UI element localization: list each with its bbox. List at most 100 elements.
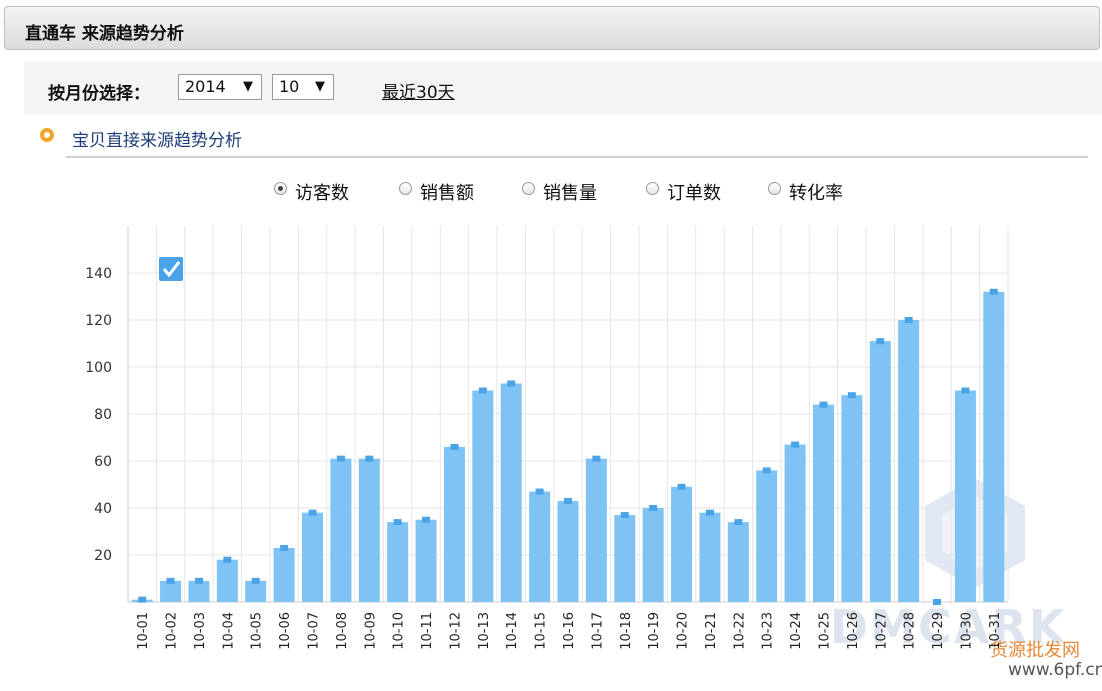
bar-marker — [734, 519, 743, 526]
x-tick-label: 10-10 — [392, 612, 407, 650]
bar — [529, 491, 551, 602]
x-tick-label: 10-07 — [307, 612, 322, 650]
bar-marker — [393, 519, 402, 526]
x-tick-label: 10-25 — [817, 612, 832, 650]
y-tick-label: 100 — [85, 360, 112, 376]
bar-marker — [194, 577, 203, 584]
bar-marker — [620, 512, 629, 519]
bar — [330, 458, 352, 602]
bar-marker — [280, 544, 289, 551]
bar — [443, 446, 465, 602]
y-tick-label: 20 — [94, 548, 112, 564]
bar-marker — [961, 387, 970, 394]
bar — [245, 580, 267, 602]
x-tick-label: 10-02 — [165, 612, 180, 650]
bar-marker — [478, 387, 487, 394]
x-tick-label: 10-29 — [931, 612, 946, 650]
bar-marker — [705, 509, 714, 516]
bar — [898, 320, 920, 602]
x-tick-label: 10-23 — [761, 612, 776, 650]
bar — [756, 470, 778, 602]
y-tick-label: 120 — [85, 313, 112, 329]
bar — [983, 291, 1005, 602]
visitor-bar-chart: 20 40 60 80 100 120 140 10-01 10-02 10-03 10-04 10-… — [85, 226, 1009, 650]
bar-marker — [649, 505, 658, 511]
x-tick-label: 10-17 — [590, 612, 605, 650]
bar — [727, 522, 749, 602]
bar-marker — [223, 556, 232, 563]
x-tick-label: 10-16 — [562, 612, 577, 650]
x-tick-label: 10-13 — [477, 612, 492, 650]
bar — [273, 547, 295, 602]
x-tick-label: 10-14 — [505, 612, 520, 650]
bar-marker — [336, 455, 345, 462]
bar — [671, 486, 693, 602]
x-tick-label: 10-26 — [846, 612, 861, 650]
x-tick-label: 10-21 — [704, 612, 719, 650]
bar — [415, 519, 437, 602]
x-tick-label: 10-28 — [903, 612, 918, 650]
x-tick-label: 10-15 — [534, 612, 549, 650]
bar — [784, 444, 806, 602]
bar — [472, 390, 494, 602]
x-tick-label: 10-05 — [250, 612, 265, 650]
bar — [869, 341, 891, 602]
bar — [387, 522, 409, 602]
x-tick-label: 10-20 — [676, 612, 691, 650]
x-tick-label: 10-30 — [959, 612, 974, 650]
x-tick-label: 10-03 — [193, 612, 208, 650]
bar-marker — [819, 401, 828, 408]
x-tick-label: 10-18 — [619, 612, 634, 650]
x-tick-label: 10-08 — [335, 612, 350, 650]
x-tick-label: 10-12 — [448, 612, 463, 650]
x-tick-label: 10-19 — [647, 612, 662, 650]
bar — [160, 580, 182, 602]
bar — [358, 458, 380, 602]
legend-checkbox-icon — [159, 257, 183, 281]
bar-marker — [251, 577, 260, 584]
bar-marker — [166, 577, 175, 584]
bar — [302, 512, 324, 602]
x-tick-label: 10-22 — [732, 612, 747, 650]
bar — [216, 559, 238, 602]
x-tick-label: 10-24 — [789, 612, 804, 650]
bar-marker — [308, 509, 317, 516]
bar-marker — [933, 599, 942, 605]
x-tick-label: 10-11 — [420, 612, 435, 650]
bar-marker — [422, 516, 431, 523]
bar-marker — [677, 483, 686, 490]
bar — [614, 515, 636, 602]
y-tick-label: 80 — [94, 407, 112, 423]
bar — [812, 404, 834, 602]
bar-marker — [791, 441, 800, 448]
bar-marker — [507, 380, 516, 387]
bar-marker — [564, 497, 572, 504]
x-tick-label: 10-04 — [221, 612, 236, 650]
y-tick-label: 40 — [94, 501, 112, 517]
bar — [188, 580, 210, 602]
y-tick-label: 140 — [85, 266, 112, 282]
bar-marker — [847, 392, 856, 399]
bar — [841, 395, 863, 602]
bar-marker — [535, 488, 544, 495]
x-tick-label: 10-09 — [363, 612, 378, 650]
bar-marker — [365, 455, 374, 462]
bar-marker — [138, 596, 147, 603]
y-tick-label: 60 — [94, 454, 112, 470]
bar — [585, 458, 607, 602]
x-tick-label: 10-06 — [278, 612, 293, 650]
bar — [699, 512, 721, 602]
bar — [954, 390, 976, 602]
x-tick-label: 10-31 — [988, 612, 1003, 650]
x-tick-label: 10-01 — [136, 612, 151, 650]
x-tick-label: 10-27 — [874, 612, 889, 650]
bar — [500, 383, 522, 602]
bar-marker — [989, 288, 998, 295]
bar — [557, 500, 579, 602]
bar-marker — [762, 467, 771, 474]
bar — [642, 508, 664, 602]
bar-marker — [592, 455, 601, 462]
bar-marker — [904, 317, 913, 323]
bar-marker — [876, 338, 885, 345]
bar-marker — [450, 443, 459, 450]
